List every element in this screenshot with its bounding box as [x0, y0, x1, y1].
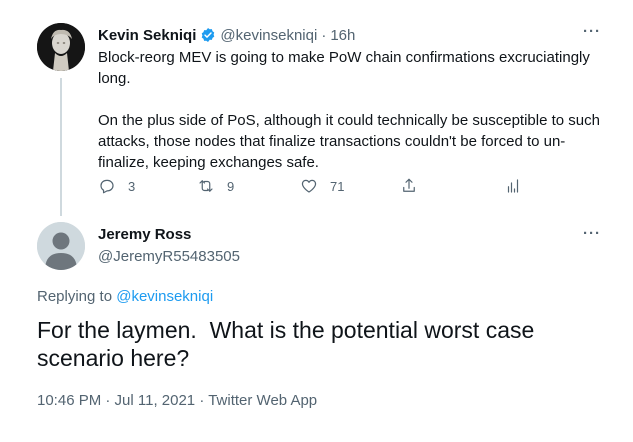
tweet-actions: 3 9 71: [98, 177, 538, 197]
like-count: 71: [330, 178, 345, 194]
reply-button[interactable]: 3: [98, 177, 135, 195]
tweet-header: Kevin Sekniqi @kevinsekniqi · 16h: [98, 24, 355, 46]
avatar[interactable]: [37, 23, 85, 71]
more-options-icon[interactable]: ···: [583, 24, 601, 39]
reply-icon: [100, 179, 114, 194]
avatar[interactable]: [37, 222, 85, 270]
verified-badge-icon: [202, 28, 215, 42]
replying-to-link[interactable]: @kevinsekniqi: [116, 288, 213, 305]
replying-prefix: Replying to: [37, 288, 113, 305]
author-handle[interactable]: @JeremyR55483505: [98, 248, 240, 265]
analytics-button[interactable]: [504, 177, 522, 195]
thread-connector-line: [60, 78, 62, 216]
tweet-paragraph: Block-reorg MEV is going to make PoW cha…: [98, 49, 590, 87]
retweet-button[interactable]: 9: [197, 177, 234, 195]
share-button[interactable]: [400, 177, 418, 195]
analytics-icon: [507, 179, 519, 193]
separator-dot: ·: [321, 26, 327, 44]
heart-icon: [301, 179, 317, 193]
author-handle[interactable]: @kevinsekniqi: [220, 27, 317, 44]
tweet-meta[interactable]: 10:46 PM · Jul 11, 2021 · Twitter Web Ap…: [37, 392, 317, 409]
reply-count: 3: [128, 178, 136, 194]
tweet-text: Block-reorg MEV is going to make PoW cha…: [98, 47, 610, 173]
author-name[interactable]: Kevin Sekniqi: [98, 27, 196, 44]
tweet-text: For the laymen. What is the potential wo…: [37, 317, 541, 371]
like-button[interactable]: 71: [300, 177, 344, 195]
retweet-icon: [199, 180, 213, 192]
replying-to: Replying to @kevinsekniqi: [37, 288, 213, 305]
retweet-count: 9: [227, 178, 235, 194]
tweet-paragraph: On the plus side of PoS, although it cou…: [98, 112, 600, 171]
statue-avatar-icon: [37, 23, 85, 71]
share-icon: [403, 178, 415, 192]
more-options-icon[interactable]: ···: [583, 226, 601, 241]
author-name[interactable]: Jeremy Ross: [98, 226, 191, 243]
default-avatar-icon: [37, 222, 85, 270]
tweet-time[interactable]: 16h: [330, 27, 355, 44]
